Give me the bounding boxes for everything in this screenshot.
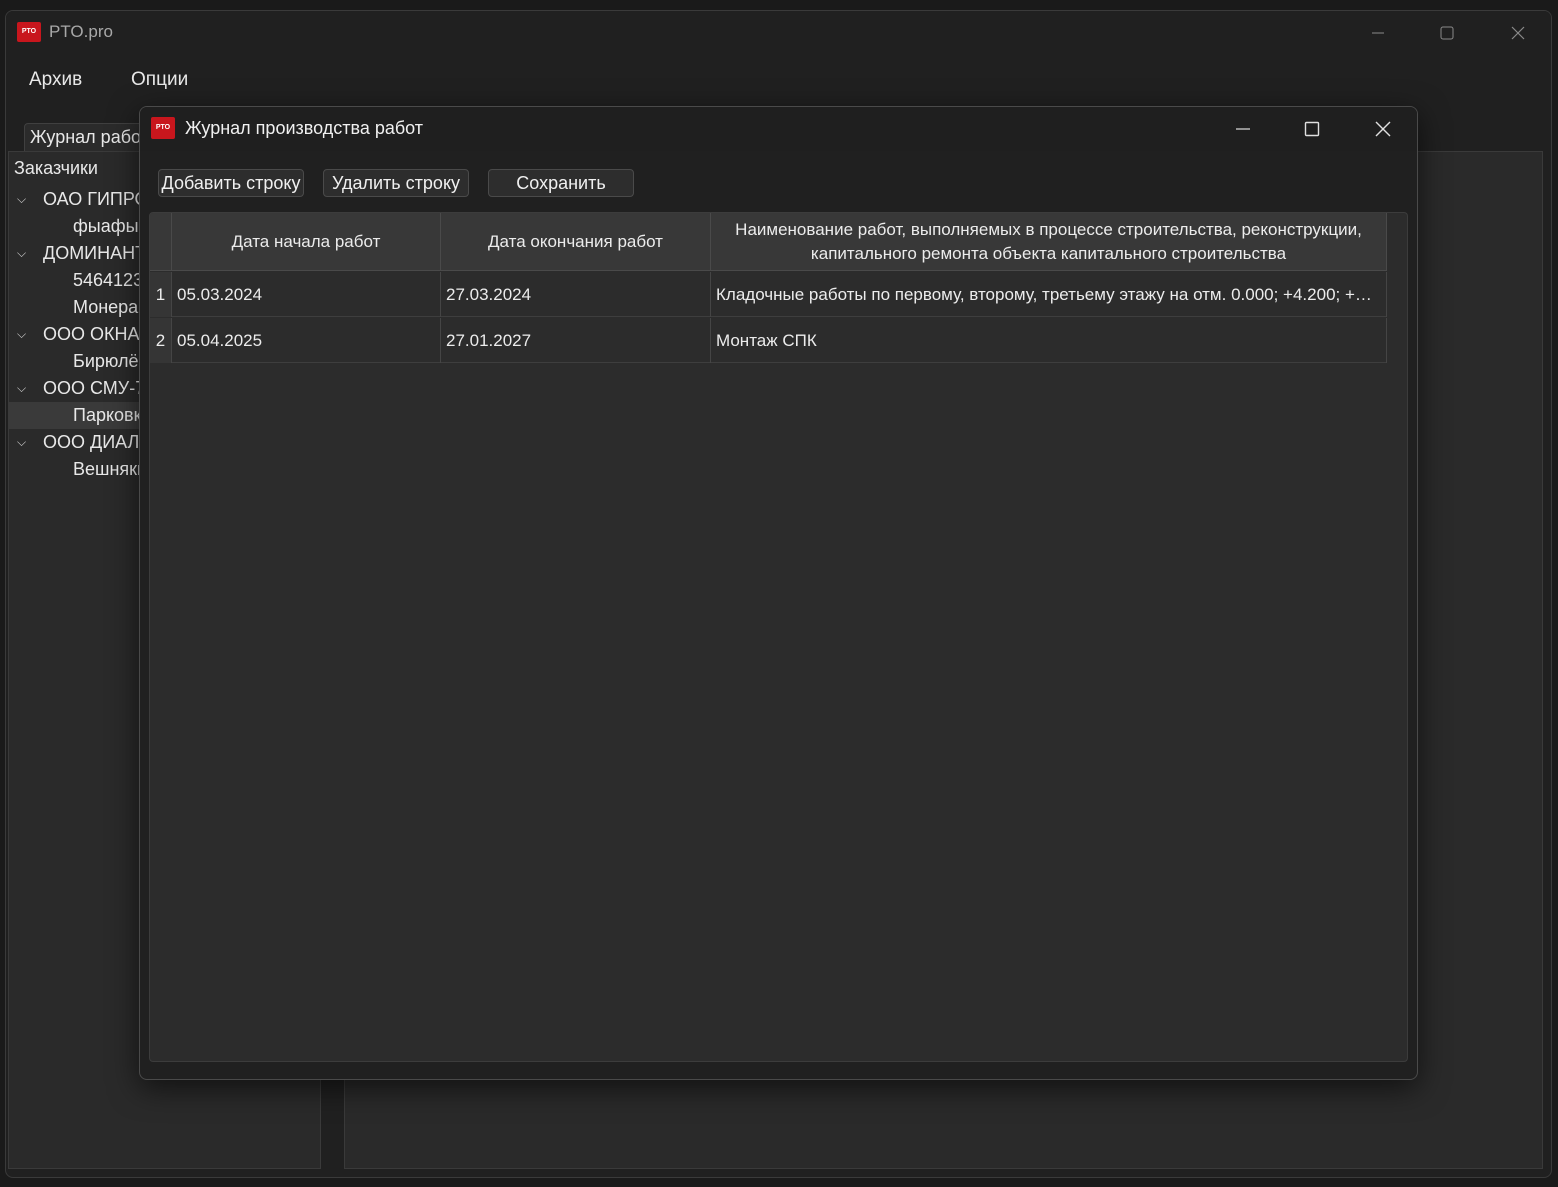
- delete-row-button[interactable]: Удалить строку: [323, 169, 469, 197]
- app-title: PTO.pro: [49, 22, 113, 41]
- cell-end-date[interactable]: 27.01.2027: [441, 318, 711, 363]
- cell-end-date[interactable]: 27.03.2024: [441, 272, 711, 317]
- maximize-icon: [1304, 121, 1320, 137]
- tree-item[interactable]: Бирюлёво: [9, 348, 139, 375]
- close-icon: [1375, 121, 1391, 137]
- dialog-titlebar: PTO Журнал производства работ: [140, 107, 1417, 151]
- minimize-icon: [1372, 32, 1384, 34]
- tree-item[interactable]: фыафыа: [9, 213, 139, 240]
- chevron-down-icon[interactable]: ⌵: [17, 186, 31, 213]
- tree-item[interactable]: 5464123: [9, 267, 139, 294]
- tree-item-selected[interactable]: Парковка: [9, 402, 139, 429]
- customers-tree: ⌵ ОАО ГИПРОС фыафыа ⌵ ДОМИНАНТ 5464123 М…: [9, 186, 139, 483]
- column-header-end-date[interactable]: Дата окончания работ: [441, 213, 711, 271]
- maximize-button[interactable]: [1412, 11, 1482, 55]
- table-row[interactable]: 2 05.04.2025 27.01.2027 Монтаж СПК: [150, 318, 1387, 363]
- dialog-close-button[interactable]: [1348, 107, 1417, 151]
- menu-archive[interactable]: Архив: [29, 69, 82, 91]
- tree-item[interactable]: ⌵ ООО СМУ-7: [9, 375, 139, 402]
- table-row[interactable]: 1 05.03.2024 27.03.2024 Кладочные работы…: [150, 272, 1387, 317]
- tree-item[interactable]: ⌵ ООО ОКНА: [9, 321, 139, 348]
- journal-table: Дата начала работ Дата окончания работ Н…: [149, 212, 1408, 1062]
- save-button[interactable]: Сохранить: [488, 169, 634, 197]
- tree-item[interactable]: ⌵ ООО ДИАЛТ: [9, 429, 139, 456]
- cell-work-name[interactable]: Монтаж СПК: [711, 318, 1387, 363]
- tree-item[interactable]: Вешняки: [9, 456, 139, 483]
- chevron-down-icon[interactable]: ⌵: [17, 429, 31, 456]
- dialog-logo: PTO: [151, 117, 175, 139]
- close-button[interactable]: [1483, 11, 1551, 55]
- tree-item[interactable]: Монера: [9, 294, 139, 321]
- tab-journal[interactable]: Журнал работ: [24, 123, 148, 153]
- tree-item[interactable]: ⌵ ДОМИНАНТ: [9, 240, 139, 267]
- row-header-corner[interactable]: [150, 213, 172, 271]
- close-icon: [1511, 26, 1525, 40]
- dialog-maximize-button[interactable]: [1277, 107, 1347, 151]
- row-number[interactable]: 1: [150, 272, 172, 317]
- chevron-down-icon[interactable]: ⌵: [17, 375, 31, 402]
- dialog-title: Журнал производства работ: [185, 118, 424, 138]
- cell-start-date[interactable]: 05.03.2024: [172, 272, 441, 317]
- chevron-down-icon[interactable]: ⌵: [17, 240, 31, 267]
- table-header: Дата начала работ Дата окончания работ Н…: [150, 213, 1387, 271]
- column-header-start-date[interactable]: Дата начала работ: [172, 213, 441, 271]
- customers-header: Заказчики: [14, 158, 98, 178]
- row-number[interactable]: 2: [150, 318, 172, 363]
- tree-item[interactable]: ⌵ ОАО ГИПРОС: [9, 186, 139, 213]
- journal-dialog: PTO Журнал производства работ Добавить с…: [139, 106, 1418, 1080]
- minimize-icon: [1236, 128, 1250, 130]
- menubar: Архив Опции: [6, 63, 1551, 97]
- column-header-work-name[interactable]: Наименование работ, выполняемых в процес…: [711, 213, 1387, 271]
- menu-options[interactable]: Опции: [131, 69, 188, 91]
- chevron-down-icon[interactable]: ⌵: [17, 321, 31, 348]
- app-logo: PTO: [17, 22, 41, 42]
- cell-work-name[interactable]: Кладочные работы по первому, второму, тр…: [711, 272, 1387, 317]
- minimize-button[interactable]: [1343, 11, 1413, 55]
- add-row-button[interactable]: Добавить строку: [158, 169, 304, 197]
- cell-start-date[interactable]: 05.04.2025: [172, 318, 441, 363]
- dialog-minimize-button[interactable]: [1208, 107, 1278, 151]
- maximize-icon: [1440, 26, 1454, 40]
- titlebar: PTO PTO.pro: [6, 11, 1551, 55]
